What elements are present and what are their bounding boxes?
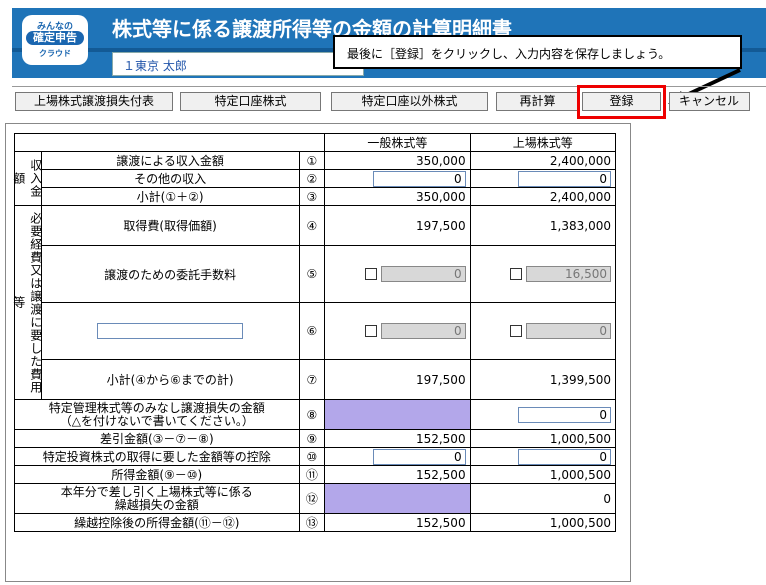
input-5-general: 0	[380, 266, 466, 282]
value-9-general: 152,500	[324, 429, 471, 448]
group-label-income: 収入金額	[12, 151, 43, 206]
row-number-10: ⑩	[298, 447, 326, 466]
value-1-listed: 2,400,000	[469, 151, 617, 170]
row-number-3: ③	[298, 187, 326, 206]
listed-loss-schedule-button[interactable]: 上場株式譲渡損失付表	[15, 92, 173, 111]
value-11-listed: 1,000,500	[469, 465, 617, 484]
checkbox-6-listed[interactable]	[510, 325, 522, 337]
row-label-12: 本年分で差し引く上場株式等に係る	[60, 484, 253, 499]
row-label-9: 差引金額(③－⑦－⑧)	[14, 429, 300, 448]
row-label-7: 小計(④から⑥までの計)	[40, 359, 300, 400]
input-6-general: 0	[380, 323, 466, 339]
non-specific-account-stock-button[interactable]: 特定口座以外株式	[331, 92, 488, 111]
row-label-2: その他の収入	[40, 169, 300, 188]
disabled-cell-8-general	[324, 399, 471, 430]
custom-expense-name-input[interactable]	[97, 323, 244, 339]
checkbox-6-general[interactable]	[364, 325, 377, 337]
row-number-2: ②	[298, 169, 326, 188]
row-number-9: ⑨	[298, 429, 326, 448]
row-label-13: 繰越控除後の所得金額(⑪－⑫)	[14, 513, 300, 532]
value-3-general: 350,000	[324, 187, 471, 206]
specific-account-stock-button[interactable]: 特定口座株式	[180, 92, 321, 111]
row-label-10: 特定投資株式の取得に要した金額等の控除	[14, 447, 300, 466]
value-4-general: 197,500	[324, 205, 471, 246]
row-number-12: ⑫	[298, 483, 326, 514]
value-12-listed: 0	[469, 483, 617, 514]
checkbox-5-general[interactable]	[364, 268, 377, 280]
row-number-13: ⑬	[298, 513, 326, 532]
input-2-general[interactable]: 0	[372, 170, 466, 187]
input-10-general[interactable]: 0	[372, 448, 466, 465]
value-7-general: 197,500	[324, 359, 471, 400]
row-number-5: ⑤	[298, 245, 326, 303]
row-label-8-note: （△を付けないで書いてください。）	[59, 413, 254, 428]
cancel-button[interactable]: キャンセル	[669, 92, 750, 111]
row-number-7: ⑦	[298, 359, 326, 400]
input-5-listed: 16,500	[526, 266, 611, 282]
calculation-table: 一般株式等 上場株式等 収入金額 譲渡による収入金額 ① 350,000 2,4…	[12, 133, 617, 532]
row-number-6: ⑥	[298, 302, 326, 360]
disabled-cell-12-general	[324, 483, 471, 514]
input-2-listed[interactable]: 0	[518, 170, 611, 187]
value-7-listed: 1,399,500	[469, 359, 617, 400]
value-3-listed: 2,400,000	[469, 187, 617, 206]
input-6-listed: 0	[526, 323, 611, 339]
group-label-expenses: 必要経費又は譲渡に要した費用等	[12, 205, 43, 400]
row-label-4: 取得費(取得価額)	[40, 205, 300, 246]
value-13-listed: 1,000,500	[469, 513, 617, 532]
row-label-5: 譲渡のための委託手数料	[40, 245, 300, 303]
column-header-general: 一般株式等	[324, 133, 471, 152]
row-number-8: ⑧	[298, 399, 326, 430]
value-11-general: 152,500	[324, 465, 471, 484]
recalculate-button[interactable]: 再計算	[496, 92, 579, 111]
row-label-8: 特定管理株式等のみなし譲渡損失の金額	[48, 400, 265, 415]
row-label-3: 小計(①＋②)	[40, 187, 300, 206]
register-button-highlight	[577, 85, 666, 119]
value-9-listed: 1,000,500	[469, 429, 617, 448]
input-8-listed[interactable]: 0	[518, 406, 611, 423]
row-number-1: ①	[298, 151, 326, 170]
row-label-12-cont: 繰越損失の金額	[114, 497, 199, 512]
value-1-general: 350,000	[324, 151, 471, 170]
value-13-general: 152,500	[324, 513, 471, 532]
row-label-1: 譲渡による収入金額	[40, 151, 300, 170]
header-blank-cell	[13, 133, 326, 152]
input-10-listed[interactable]: 0	[518, 448, 611, 465]
column-header-listed: 上場株式等	[469, 133, 617, 152]
row-number-4: ④	[298, 205, 326, 246]
checkbox-5-listed[interactable]	[510, 268, 522, 280]
value-4-listed: 1,383,000	[469, 205, 617, 246]
row-label-11: 所得金額(⑨－⑩)	[14, 465, 300, 484]
row-number-11: ⑪	[298, 465, 326, 484]
